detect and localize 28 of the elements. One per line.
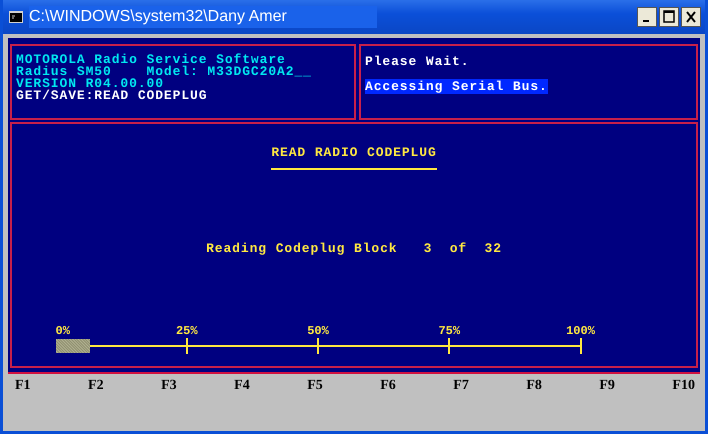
function-key-label: F4 [234,378,250,394]
info-text: VERSION R04.00.00 [16,78,164,90]
function-key-label: F10 [672,378,695,394]
status-text: Accessing Serial Bus. [365,79,548,94]
progress-message: Reading Codeplug Block 3 of 32 [206,242,502,256]
console-icon [9,11,23,23]
info-text: MOTOROLA Radio Service Software [16,54,286,66]
status-text: Please Wait. [365,54,470,69]
window-title: C:\WINDOWS\system32\Dany Amer [29,6,377,28]
function-key-label: F6 [380,378,396,394]
function-key-label: F9 [599,378,615,394]
function-key-label: F5 [307,378,323,394]
progress-label: 100% [566,324,595,338]
info-text: GET/SAVE:READ CODEPLUG [16,90,208,102]
progress-label: 25% [176,324,198,338]
function-key-label: F3 [161,378,177,394]
function-key-label: F7 [453,378,469,394]
progress-label: 50% [307,324,329,338]
info-text: Radius SM50 Model: M33DGC20A2__ [16,66,313,78]
close-icon[interactable] [681,7,701,27]
maximize-icon[interactable] [659,7,679,27]
function-key-label: F8 [526,378,542,394]
minimize-icon[interactable] [637,7,657,27]
progress-label: 75% [438,324,460,338]
screen-heading: READ RADIO CODEPLUG [271,146,437,170]
function-key-label: F2 [88,378,104,394]
function-key-label: F1 [15,378,31,394]
progress-label: 0% [56,324,70,338]
